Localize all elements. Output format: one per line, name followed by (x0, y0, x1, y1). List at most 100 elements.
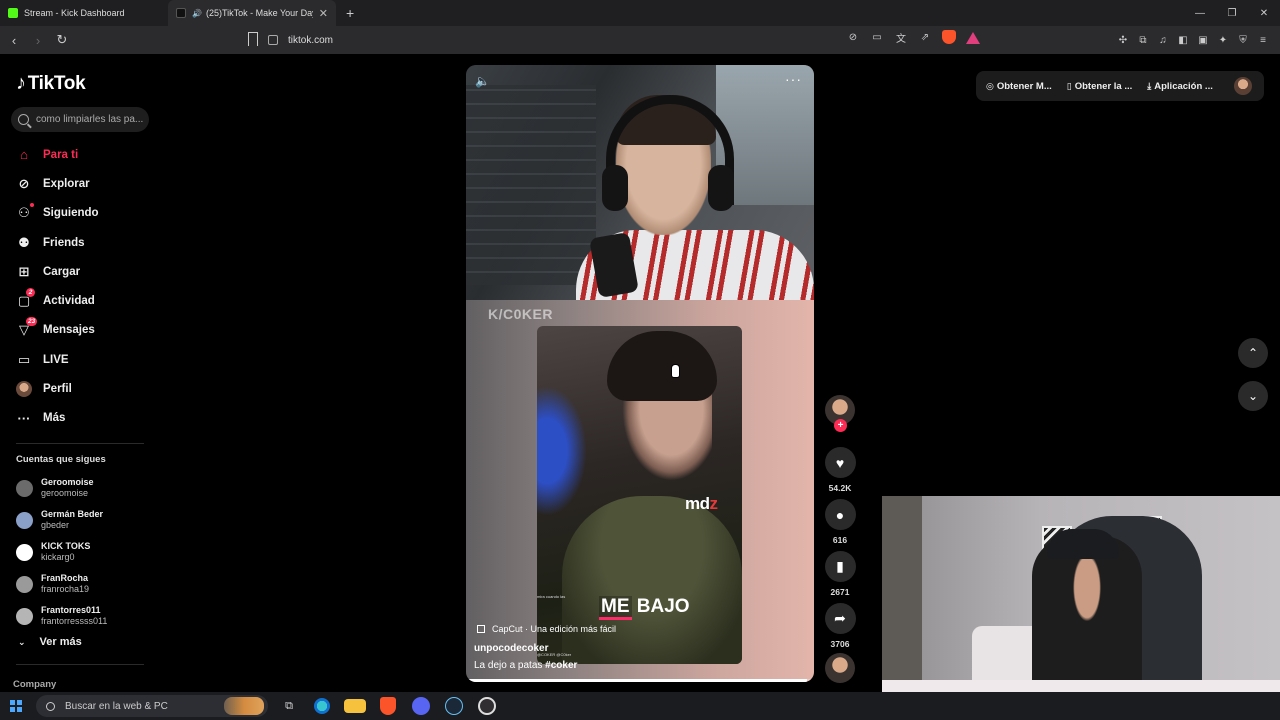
share-icon[interactable]: ⇗ (918, 30, 932, 44)
site-settings-icon[interactable] (268, 35, 278, 45)
share-arrow-icon: ➦ (834, 610, 846, 626)
user-avatar[interactable] (1234, 77, 1252, 95)
desktop-app-button[interactable]: ⤓ Aplicación ... (1147, 81, 1213, 92)
tiktok-sidebar: ♪ TikTok ⌂ Para ti ⊘ Explorar ⚇ Siguiend… (0, 54, 160, 690)
windows-start-icon[interactable] (10, 700, 22, 712)
speaker-icon[interactable]: 🔊 (192, 9, 202, 18)
account-avatar (16, 543, 33, 561)
minimize-icon[interactable]: — (1184, 0, 1216, 26)
no-sound-icon[interactable]: ⊘ (846, 30, 860, 44)
nav-perfil[interactable]: Perfil (16, 374, 156, 403)
following-account[interactable]: Geroomoise geroomoise (16, 472, 156, 504)
search-input[interactable] (36, 114, 144, 125)
steam-icon[interactable] (445, 697, 463, 715)
nav-actividad[interactable]: ▢ 2 Actividad (16, 286, 156, 315)
obs-icon[interactable] (478, 697, 496, 715)
nav-label: Actividad (43, 295, 95, 308)
see-more-button[interactable]: ⌄ Ver más (18, 636, 82, 648)
cast-icon[interactable]: ▭ (870, 30, 884, 44)
nav-cargar[interactable]: ⊞ Cargar (16, 257, 156, 286)
follow-plus-icon[interactable]: + (834, 419, 847, 432)
get-coins-button[interactable]: ◎ Obtener M... (986, 81, 1052, 92)
forward-button[interactable]: › (28, 30, 48, 50)
creator-avatar[interactable]: + (825, 395, 855, 432)
video-progress-bar[interactable] (466, 679, 814, 682)
taskbar-search[interactable]: Buscar en la web & PC (36, 695, 268, 717)
search-box[interactable] (11, 107, 149, 132)
next-video-button[interactable]: ⌄ (1238, 381, 1268, 411)
vpn-icon[interactable]: ⛨ (1236, 33, 1250, 47)
tab-title: (25)TikTok - Make Your Day (205, 8, 313, 18)
previous-video-button[interactable]: ⌃ (1238, 338, 1268, 368)
comment-button[interactable]: ● (824, 499, 856, 530)
tab-kick-dashboard[interactable]: Stream - Kick Dashboard (0, 0, 168, 26)
capcut-link[interactable]: CapCut · Una edición más fácil (477, 624, 616, 634)
close-tab-icon[interactable]: ✕ (319, 7, 328, 20)
account-name: Germán Beder (41, 509, 104, 519)
nav-mas[interactable]: ··· Más (16, 404, 156, 433)
mdz-watermark: mdz (685, 494, 718, 513)
browser-tab-bar: Stream - Kick Dashboard 🔊 (25)TikTok - M… (0, 0, 1280, 26)
nav-label: Siguiendo (43, 207, 99, 220)
share-count: 3706 (830, 639, 850, 649)
video-player[interactable]: K/C0KER mdz mira cuando las ME BAJO @COK… (466, 65, 814, 682)
restore-icon[interactable]: ❐ (1216, 0, 1248, 26)
bookmark-icon[interactable] (248, 32, 258, 46)
nav-para-ti[interactable]: ⌂ Para ti (16, 140, 156, 169)
wallet-icon[interactable]: ▣ (1196, 33, 1210, 47)
following-section-title: Cuentas que sigues (16, 454, 106, 465)
nav-mensajes[interactable]: ▽ 23 Mensajes (16, 316, 156, 345)
following-account[interactable]: FranRocha franrocha19 (16, 568, 156, 600)
brave-shield-icon[interactable] (942, 30, 956, 44)
volume-icon[interactable]: 🔈 (475, 74, 490, 88)
back-button[interactable]: ‹ (4, 30, 24, 50)
translate-icon[interactable]: 文 (894, 30, 908, 45)
save-button[interactable]: ▮ (824, 551, 856, 582)
new-tab-button[interactable]: + (336, 5, 364, 21)
company-link[interactable]: Company (13, 679, 56, 690)
nav-label: Más (43, 412, 66, 425)
following-account[interactable]: KICK TOKS kickarg0 (16, 536, 156, 568)
edge-icon[interactable] (314, 698, 330, 714)
search-highlight-image (224, 697, 264, 715)
extensions-icon[interactable]: ✣ (1116, 33, 1130, 47)
share-button[interactable]: ➦ (824, 603, 856, 634)
video-author[interactable]: unpocodecoker (474, 643, 548, 654)
sidebar-icon[interactable]: ◧ (1176, 33, 1190, 47)
tiktok-favicon-icon (176, 8, 186, 18)
file-explorer-icon[interactable] (344, 699, 366, 713)
nav-siguiendo[interactable]: ⚇ Siguiendo (16, 199, 156, 228)
brave-browser-icon[interactable] (380, 697, 396, 715)
chevron-up-icon: ⌃ (1247, 346, 1259, 360)
leo-ai-icon[interactable]: ✦ (1216, 33, 1230, 47)
discord-icon[interactable] (412, 697, 430, 715)
music-icon[interactable]: ♫ (1156, 33, 1170, 47)
tiktok-logo[interactable]: ♪ TikTok (16, 72, 86, 95)
overlay-logo: K/C0KER (488, 306, 553, 322)
nav-explorar[interactable]: ⊘ Explorar (16, 169, 156, 198)
following-account[interactable]: Frantorres011 frantorressss011 (16, 600, 156, 632)
reload-button[interactable]: ↻ (52, 30, 72, 50)
nav-friends[interactable]: ⚉ Friends (16, 228, 156, 257)
close-window-icon[interactable]: ✕ (1248, 0, 1280, 26)
account-username: franrocha19 (41, 584, 90, 594)
music-disc-avatar[interactable] (825, 653, 855, 683)
screenshot-icon[interactable]: ⧉ (1136, 33, 1150, 47)
tab-title: Stream - Kick Dashboard (24, 8, 125, 18)
brave-rewards-icon[interactable] (966, 30, 980, 44)
streamer-camera-frame (466, 65, 814, 300)
task-view-icon[interactable]: ⧉ (278, 695, 300, 717)
hashtag-link[interactable]: #coker (545, 660, 577, 671)
account-name: FranRocha (41, 573, 89, 583)
window-controls: — ❐ ✕ (1184, 0, 1280, 26)
download-icon: ⤓ (1147, 80, 1152, 91)
following-account[interactable]: Germán Beder gbeder (16, 504, 156, 536)
more-options-icon[interactable]: ··· (785, 71, 802, 87)
menu-icon[interactable]: ≡ (1256, 33, 1270, 47)
like-button[interactable]: ♥ (824, 447, 856, 478)
account-username: gbeder (41, 520, 70, 530)
get-app-button[interactable]: ▯ Obtener la ... (1067, 81, 1133, 92)
tab-tiktok[interactable]: 🔊 (25)TikTok - Make Your Day ✕ (168, 0, 336, 26)
nav-live[interactable]: ▭ LIVE (16, 345, 156, 374)
account-username: kickarg0 (41, 552, 75, 562)
